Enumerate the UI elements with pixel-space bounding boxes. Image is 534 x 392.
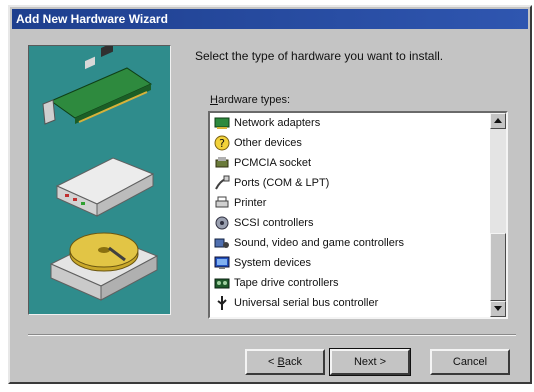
- hardware-types-label: Hardware types:: [210, 94, 290, 106]
- list-item-label: Universal serial bus controller: [234, 297, 379, 309]
- scroll-up-button[interactable]: [490, 113, 506, 129]
- window-title: Add New Hardware Wizard: [16, 12, 168, 26]
- external-modem-icon: [55, 157, 155, 217]
- hardware-illustration-panel: [28, 45, 171, 315]
- list-item[interactable]: Printer: [210, 193, 490, 213]
- title-bar: Add New Hardware Wizard: [12, 9, 528, 29]
- list-item[interactable]: PCMCIA socket: [210, 153, 490, 173]
- list-item[interactable]: Universal serial bus controller: [210, 293, 490, 313]
- next-button[interactable]: Next >: [329, 348, 411, 376]
- list-item[interactable]: Network adapters: [210, 113, 490, 133]
- port-cable-icon: [214, 175, 230, 191]
- scrollbar-thumb[interactable]: [490, 233, 506, 301]
- list-item-label: SCSI controllers: [234, 217, 314, 229]
- list-item[interactable]: Tape drive controllers: [210, 273, 490, 293]
- scroll-down-button[interactable]: [490, 301, 506, 317]
- button-separator: [28, 334, 516, 336]
- back-mnemonic: B: [277, 356, 285, 368]
- list-item-label: Tape drive controllers: [234, 277, 339, 289]
- hardware-illustration: [42, 46, 159, 301]
- cancel-button[interactable]: Cancel: [430, 349, 510, 375]
- svg-text:?: ?: [219, 137, 225, 150]
- vertical-scrollbar[interactable]: [490, 113, 506, 317]
- tape-drive-icon: [214, 275, 230, 291]
- printer-icon: [214, 195, 230, 211]
- question-mark-icon: ?: [214, 135, 230, 151]
- list-item-label: System devices: [234, 257, 312, 269]
- label-mnemonic: H: [210, 94, 218, 106]
- system-devices-icon: [214, 255, 230, 271]
- usb-controller-icon: [214, 295, 230, 311]
- list-item-label: Network adapters: [234, 117, 321, 129]
- scsi-controller-icon: [214, 215, 230, 231]
- instruction-text: Select the type of hardware you want to …: [195, 49, 444, 63]
- back-button[interactable]: < Back: [245, 349, 325, 375]
- list-item-label: Printer: [234, 197, 267, 209]
- arrow-up-icon: [494, 118, 502, 123]
- list-item[interactable]: Ports (COM & LPT): [210, 173, 490, 193]
- hard-drive-icon: [49, 232, 159, 301]
- list-item-label: Other devices: [234, 137, 302, 149]
- list-item[interactable]: SCSI controllers: [210, 213, 490, 233]
- list-item[interactable]: ? Other devices: [210, 133, 490, 153]
- label-rest: ardware types:: [217, 94, 291, 106]
- pcmcia-socket-icon: [214, 155, 230, 171]
- network-adapter-icon: [214, 115, 230, 131]
- back-rest: ack: [284, 356, 302, 368]
- list-item-label: Ports (COM & LPT): [234, 177, 330, 189]
- sound-video-game-icon: [214, 235, 230, 251]
- wizard-window: Add New Hardware Wizard Select the type …: [8, 5, 532, 384]
- back-prefix: <: [268, 356, 278, 368]
- list-item-label: Sound, video and game controllers: [234, 237, 404, 249]
- arrow-down-icon: [494, 306, 502, 311]
- list-item[interactable]: Sound, video and game controllers: [210, 233, 490, 253]
- list-item-label: PCMCIA socket: [234, 157, 312, 169]
- list-item[interactable]: System devices: [210, 253, 490, 273]
- expansion-card-icon: [42, 46, 153, 125]
- hardware-types-listbox[interactable]: Network adapters? Other devices PCMCIA soc…: [208, 111, 508, 319]
- hardware-types-list: Network adapters? Other devices PCMCIA soc…: [210, 113, 490, 313]
